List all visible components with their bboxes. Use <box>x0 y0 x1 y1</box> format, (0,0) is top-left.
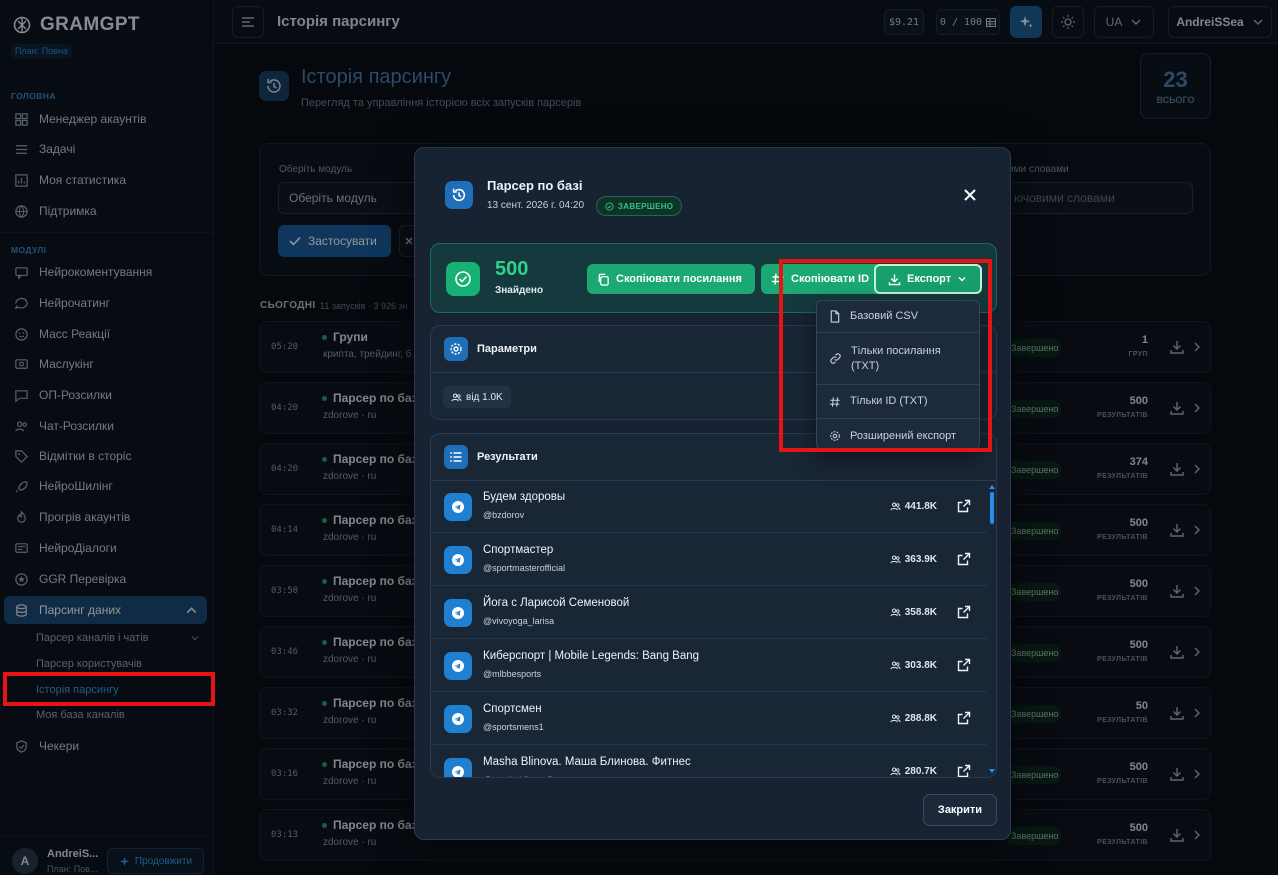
external-link-icon[interactable] <box>957 552 971 566</box>
result-name: Спортсмен <box>483 703 542 715</box>
result-name: Masha Blinova. Маша Блинова. Фитнес <box>483 756 691 768</box>
result-item[interactable]: Будем здоровы @bzdorov 441.8K <box>431 481 987 533</box>
check-circle-icon <box>605 201 614 211</box>
result-username: @sportsmens1 <box>483 722 544 732</box>
external-link-icon[interactable] <box>957 764 971 777</box>
telegram-icon <box>444 493 472 521</box>
result-username: @bzdorov <box>483 510 525 520</box>
param-chip-label: від 1.0K <box>466 391 503 403</box>
results-scrollbar[interactable] <box>989 484 995 774</box>
result-subscribers: 288.8K <box>871 713 937 724</box>
result-username: @mashablinovafit <box>483 775 555 777</box>
subscribers-count: 280.7K <box>904 766 937 777</box>
users-icon <box>890 608 901 617</box>
list-icon <box>444 445 468 469</box>
copy-links-button[interactable]: Скопіювати посилання <box>587 264 755 294</box>
users-icon <box>890 714 901 723</box>
result-item[interactable]: Киберспорт | Mobile Legends: Bang Bang @m… <box>431 640 987 692</box>
highlight-history-nav <box>3 672 215 706</box>
close-label: Закрити <box>937 804 983 816</box>
telegram-icon <box>444 652 472 680</box>
parsing-details-modal: Парсер по базі 13 сент. 2026 г. 04:20 ЗА… <box>414 147 1011 840</box>
users-icon <box>451 393 462 401</box>
result-username: @mlbbesports <box>483 669 542 679</box>
users-icon <box>890 661 901 670</box>
parameters-title: Параметри <box>477 343 537 355</box>
copy-icon <box>598 273 609 286</box>
subscribers-count: 441.8K <box>904 501 937 512</box>
users-icon <box>890 555 901 564</box>
found-label: Знайдено <box>495 285 544 296</box>
users-icon <box>890 502 901 511</box>
modal-title: Парсер по базі <box>487 178 583 193</box>
param-chip: від 1.0K <box>443 386 511 408</box>
results-card: Результати Будем здоровы @bzdorov 441.8K Сп… <box>430 433 997 778</box>
external-link-icon[interactable] <box>957 499 971 513</box>
result-name: Киберспорт | Mobile Legends: Bang Bang <box>483 650 700 662</box>
result-name: Спортмастер <box>483 544 554 556</box>
result-subscribers: 280.7K <box>871 766 937 777</box>
result-name: Йога с Ларисой Семеновой <box>483 597 630 609</box>
scroll-down-icon <box>989 769 995 773</box>
modal-date: 13 сент. 2026 г. 04:20 <box>487 200 585 211</box>
results-title: Результати <box>477 451 538 463</box>
results-list[interactable]: Будем здоровы @bzdorov 441.8K Спортмастер @s… <box>431 481 998 777</box>
subscribers-count: 363.9K <box>904 554 937 565</box>
gear-icon <box>444 337 468 361</box>
telegram-icon <box>444 758 472 777</box>
telegram-icon <box>444 705 472 733</box>
users-icon <box>890 767 901 776</box>
result-username: @vivoyoga_larisa <box>483 616 555 626</box>
subscribers-count: 303.8K <box>904 660 937 671</box>
result-subscribers: 441.8K <box>871 501 937 512</box>
status-badge: ЗАВЕРШЕНО <box>596 196 683 216</box>
result-item[interactable]: Masha Blinova. Маша Блинова. Фитнес @mash… <box>431 746 987 777</box>
result-name: Будем здоровы <box>483 491 566 503</box>
result-username: @sportmasterofficial <box>483 563 565 573</box>
external-link-icon[interactable] <box>957 658 971 672</box>
result-subscribers: 358.8K <box>871 607 937 618</box>
scroll-thumb[interactable] <box>990 492 994 524</box>
result-item[interactable]: Спортмастер @sportmasterofficial 363.9K <box>431 534 987 586</box>
close-icon[interactable] <box>961 186 979 204</box>
result-item[interactable]: Спортсмен @sportsmens1 288.8K <box>431 693 987 745</box>
history-icon <box>452 188 466 202</box>
highlight-export-area <box>779 259 992 452</box>
subscribers-count: 358.8K <box>904 607 937 618</box>
result-subscribers: 303.8K <box>871 660 937 671</box>
subscribers-count: 288.8K <box>904 713 937 724</box>
found-count: 500 <box>495 258 529 280</box>
status-text: ЗАВЕРШЕНО <box>618 201 674 211</box>
check-badge-icon <box>446 262 480 296</box>
external-link-icon[interactable] <box>957 711 971 725</box>
scroll-up-icon <box>989 485 995 489</box>
close-modal-button[interactable]: Закрити <box>923 794 997 826</box>
external-link-icon[interactable] <box>957 605 971 619</box>
result-item[interactable]: Йога с Ларисой Семеновой @vivoyoga_larisa… <box>431 587 987 639</box>
telegram-icon <box>444 599 472 627</box>
telegram-icon <box>444 546 472 574</box>
modal-icon <box>445 181 473 209</box>
result-subscribers: 363.9K <box>871 554 937 565</box>
copy-links-label: Скопіювати посилання <box>616 273 742 285</box>
